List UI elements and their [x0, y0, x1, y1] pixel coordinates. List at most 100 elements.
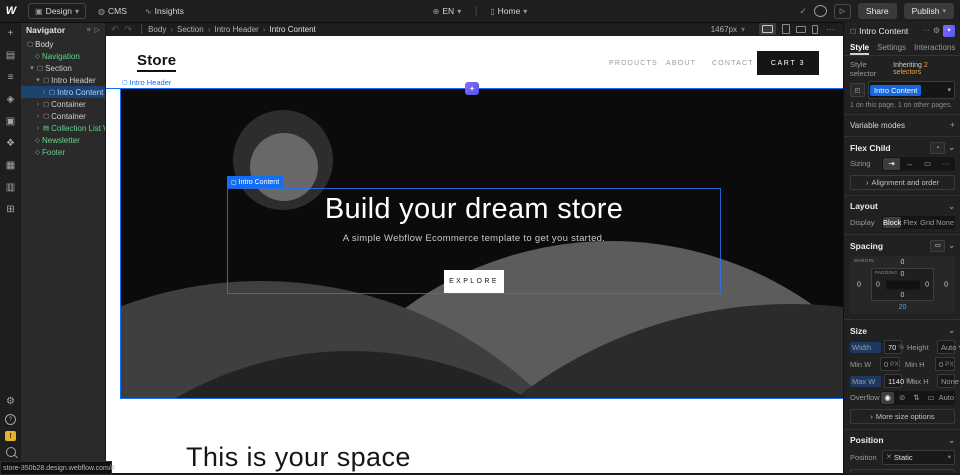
display-none-option[interactable]: None [936, 217, 954, 229]
caret-down-icon[interactable]: ▾ [35, 76, 41, 84]
navigator-item-newsletter[interactable]: ◇ Newsletter [21, 134, 105, 146]
sizing-fixed-option[interactable]: ▭ [919, 158, 936, 170]
help-icon[interactable]: ? [5, 414, 16, 425]
class-selector-input[interactable]: Intro Content ▾ [868, 81, 955, 99]
design-menu-button[interactable]: ▣ Design ▾ [28, 3, 86, 19]
more-options-icon[interactable]: ··· [923, 27, 930, 34]
nav-link-products[interactable]: PRODUCTS [609, 60, 658, 67]
tab-interactions[interactable]: Interactions [914, 43, 955, 55]
redo-icon[interactable]: ↷ [125, 24, 133, 35]
tab-settings[interactable]: Settings [877, 43, 906, 55]
tab-style[interactable]: Style [850, 43, 869, 55]
sizing-more-option[interactable]: ··· [937, 158, 954, 170]
spacing-mode-icon[interactable]: ▭ [930, 240, 945, 252]
navigator-item-container[interactable]: › ▢ Container [21, 98, 105, 110]
cart-button[interactable]: CART 3 [757, 51, 819, 75]
overflow-hidden-option[interactable]: ⊘ [895, 392, 908, 404]
caret-right-icon[interactable]: › [35, 101, 41, 108]
breadcrumb-intro-content[interactable]: Intro Content [270, 25, 316, 34]
width-unit[interactable]: % [898, 344, 904, 351]
breadcrumb-intro-header[interactable]: Intro Header [214, 25, 258, 34]
pin-panel-icon[interactable]: ▷ [95, 26, 100, 34]
padding-right-value[interactable]: 0 [925, 281, 929, 288]
undo-icon[interactable]: ↶ [111, 24, 119, 35]
nav-link-contact[interactable]: CONTACT [712, 60, 754, 67]
collapse-all-icon[interactable]: ≡ [87, 27, 91, 34]
audit-warning-icon[interactable]: ! [5, 431, 16, 441]
components-icon[interactable]: ◈ [3, 93, 18, 106]
breadcrumb-section[interactable]: Section [177, 25, 204, 34]
variables-icon[interactable]: ❖ [3, 137, 18, 150]
max-width-input[interactable]: 1140 PX [884, 374, 902, 388]
navigator-item-container-2[interactable]: › ▢ Container [21, 110, 105, 122]
min-width-unit[interactable]: PX [890, 361, 899, 368]
settings-gear-icon[interactable]: ⚙ [3, 395, 18, 408]
overflow-visible-option[interactable]: ◉ [881, 392, 894, 404]
margin-bottom-value[interactable]: 20 [899, 304, 907, 311]
breakpoint-tablet-button[interactable] [782, 24, 790, 34]
intro-content-element[interactable]: Build your dream store A simple Webflow … [227, 188, 721, 294]
assets-icon[interactable]: ▣ [3, 115, 18, 128]
navigator-icon[interactable]: ≡ [3, 71, 18, 84]
explore-button[interactable]: EXPLORE [444, 270, 504, 293]
breakpoint-indicator-icon[interactable]: ◰ [850, 83, 865, 97]
publish-button[interactable]: Publish ▾ [904, 3, 954, 19]
position-dropdown[interactable]: ✕ Static ▾ [882, 450, 955, 465]
nav-link-about[interactable]: ABOUT [666, 60, 696, 67]
height-input[interactable]: Auto ▾ [937, 340, 955, 354]
media-icon[interactable]: ▦ [3, 159, 18, 172]
apps-icon[interactable]: ⊞ [3, 203, 18, 216]
padding-top-value[interactable]: 0 [901, 271, 905, 278]
add-variable-mode-icon[interactable]: + [950, 120, 955, 130]
navigator-item-collection-list[interactable]: › ▤ Collection List Wra... [21, 122, 105, 134]
caret-down-icon[interactable]: ▾ [29, 64, 35, 72]
breakpoint-desktop-button[interactable] [759, 23, 776, 35]
store-logo[interactable]: Store [137, 52, 176, 72]
margin-left-value[interactable]: 0 [857, 282, 861, 289]
breakpoint-mobile-button[interactable] [812, 25, 818, 34]
collapse-section-icon[interactable]: ⌄ [948, 326, 955, 335]
collapse-section-icon[interactable]: ⌄ [948, 241, 955, 250]
preview-button[interactable]: ▷ [834, 4, 851, 19]
intro-header-section[interactable]: ▢ Intro Content Build your dream store A… [120, 89, 843, 399]
search-icon[interactable] [6, 447, 16, 457]
insights-button[interactable]: ∿ Insights [139, 4, 190, 18]
sizing-grow-option[interactable]: ↔ [901, 158, 918, 170]
chevron-down-icon[interactable]: ▾ [947, 86, 953, 94]
overflow-clip-option[interactable]: ▭ [924, 392, 937, 404]
collapse-section-icon[interactable]: ⌄ [948, 143, 955, 152]
padding-left-value[interactable]: 0 [876, 281, 880, 288]
share-button[interactable]: Share [858, 3, 897, 19]
overflow-scroll-option[interactable]: ⇅ [910, 392, 923, 404]
intro-content-badge[interactable]: ▢ Intro Content [227, 176, 283, 188]
ai-assistant-button[interactable]: ✦ [943, 25, 955, 37]
alignment-and-order-button[interactable]: › Alignment and order [850, 175, 955, 190]
more-size-options-button[interactable]: › More size options [850, 409, 955, 424]
flex-parent-indicator-icon[interactable]: ▪ [930, 142, 945, 154]
width-input[interactable]: 70 % [884, 340, 902, 354]
min-width-input[interactable]: 0 PX [880, 357, 900, 371]
spacing-drag-handle[interactable]: ✦ [465, 82, 479, 95]
margin-right-value[interactable]: 0 [944, 282, 948, 289]
caret-right-icon[interactable]: › [35, 125, 41, 132]
min-height-unit[interactable]: PX [945, 361, 954, 368]
intro-header-badge[interactable]: ▢ Intro Header [122, 78, 171, 87]
display-flex-option[interactable]: Flex [902, 217, 918, 229]
padding-bottom-value[interactable]: 0 [901, 292, 905, 299]
class-pill[interactable]: Intro Content [870, 85, 921, 96]
collapse-section-icon[interactable]: ⌄ [948, 202, 955, 211]
float-and-clear-button[interactable]: › Float and clear [850, 469, 955, 474]
pages-icon[interactable]: ▤ [3, 49, 18, 62]
breakpoint-landscape-button[interactable] [796, 26, 806, 33]
navigator-item-intro-content[interactable]: › ▢ Intro Content [21, 86, 105, 98]
collapse-section-icon[interactable]: ⌄ [948, 436, 955, 445]
cms-button[interactable]: ◍ CMS [92, 4, 133, 18]
navigator-item-section[interactable]: ▾ ▢ Section [21, 62, 105, 74]
navigator-item-body[interactable]: ▢ Body [21, 38, 105, 50]
add-element-icon[interactable]: + [3, 27, 18, 40]
element-settings-icon[interactable]: ⚙ [933, 26, 940, 35]
display-grid-option[interactable]: Grid [919, 217, 935, 229]
display-block-option[interactable]: Block [883, 217, 901, 229]
style-guide-icon[interactable]: ▥ [3, 181, 18, 194]
navigator-item-navigation[interactable]: ◇ Navigation [21, 50, 105, 62]
